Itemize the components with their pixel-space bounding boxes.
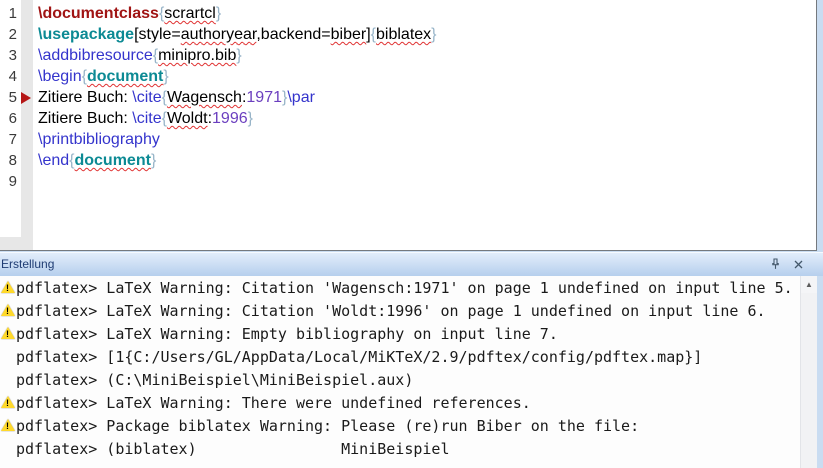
- log-line[interactable]: pdflatex> (biblatex) MiniBeispiel: [0, 437, 800, 460]
- log-text: pdflatex> (biblatex) MiniBeispiel: [16, 440, 449, 458]
- line-number: 4: [0, 66, 17, 87]
- code-text: \addbibresource{minipro.bib}: [33, 45, 242, 66]
- pin-icon[interactable]: [768, 257, 782, 271]
- log-line[interactable]: pdflatex> (C:\MiniBeispiel\MiniBeispiel.…: [0, 368, 800, 391]
- editor-line[interactable]: 5 Zitiere Buch: \cite{Wagensch:1971}\par: [0, 87, 816, 108]
- warning-triangle-icon: [1, 396, 15, 408]
- editor-line[interactable]: 9: [0, 171, 816, 192]
- log-line[interactable]: pdflatex> LaTeX Warning: Empty bibliogra…: [0, 322, 800, 345]
- warning-icon: [0, 414, 16, 437]
- line-margin: [17, 108, 33, 129]
- code-text: \begin{document}: [33, 66, 169, 87]
- warning-triangle-icon: [1, 281, 15, 293]
- line-number: 2: [0, 24, 17, 45]
- line-margin: [17, 150, 33, 171]
- editor-line[interactable]: 1 \documentclass{scrartcl}: [0, 3, 816, 24]
- line-number: 3: [0, 45, 17, 66]
- editor-line[interactable]: 7 \printbibliography: [0, 129, 816, 150]
- source-editor[interactable]: 1 \documentclass{scrartcl} 2 \usepackage[st…: [0, 0, 817, 251]
- log-text: pdflatex> LaTeX Warning: There were unde…: [16, 394, 531, 412]
- log-line[interactable]: pdflatex> LaTeX Warning: There were unde…: [0, 391, 800, 414]
- code-text: Zitiere Buch: \cite{Wagensch:1971}\par: [33, 87, 315, 108]
- editor-line[interactable]: 2 \usepackage[style=authoryear,backend=bi…: [0, 24, 816, 45]
- log-text: pdflatex> LaTeX Warning: Empty bibliogra…: [16, 325, 558, 343]
- editor-line[interactable]: 3 \addbibresource{minipro.bib}: [0, 45, 816, 66]
- line-number: 1: [0, 3, 17, 24]
- line-margin: [17, 66, 33, 87]
- editor-lines: 1 \documentclass{scrartcl} 2 \usepackage[st…: [0, 3, 816, 192]
- log-text: pdflatex> [1{C:/Users/GL/AppData/Local/M…: [16, 348, 702, 366]
- line-margin: [17, 3, 33, 24]
- latex-editor-window: 1 \documentclass{scrartcl} 2 \usepackage[st…: [0, 0, 823, 468]
- gutter-footer: [0, 237, 33, 250]
- line-number: 7: [0, 129, 17, 150]
- line-number: 8: [0, 150, 17, 171]
- code-text: [33, 171, 38, 192]
- line-number: 9: [0, 171, 17, 192]
- line-margin: [17, 45, 33, 66]
- log-text: pdflatex> (C:\MiniBeispiel\MiniBeispiel.…: [16, 371, 413, 389]
- log-text: pdflatex> LaTeX Warning: Citation 'Wagen…: [16, 279, 793, 297]
- log-line[interactable]: pdflatex> [1{C:/Users/GL/AppData/Local/M…: [0, 345, 800, 368]
- log-scrollbar[interactable]: ▲: [800, 276, 817, 468]
- panel-title: Erstellung: [1, 253, 54, 276]
- icon-spacer: [0, 368, 16, 391]
- editor-line[interactable]: 8 \end{document}: [0, 150, 816, 171]
- output-panel-header[interactable]: Erstellung: [0, 252, 823, 276]
- editor-line[interactable]: 4 \begin{document}: [0, 66, 816, 87]
- code-text: \end{document}: [33, 150, 156, 171]
- line-margin: [17, 24, 33, 45]
- line-number: 5: [0, 87, 17, 108]
- code-text: Zitiere Buch: \cite{Woldt:1996}: [33, 108, 253, 129]
- log-line[interactable]: pdflatex> LaTeX Warning: Citation 'Wagen…: [0, 276, 800, 299]
- line-number: 6: [0, 108, 17, 129]
- current-line-marker-icon: [21, 92, 31, 104]
- code-text: \documentclass{scrartcl}: [33, 3, 221, 24]
- icon-spacer: [0, 345, 16, 368]
- log-line[interactable]: pdflatex> Package biblatex Warning: Plea…: [0, 414, 800, 437]
- warning-icon: [0, 299, 16, 322]
- code-text: \usepackage[style=authoryear,backend=bib…: [33, 24, 437, 45]
- line-margin: [17, 171, 33, 192]
- code-text: \printbibliography: [33, 129, 160, 150]
- build-output-log[interactable]: pdflatex> LaTeX Warning: Citation 'Wagen…: [0, 276, 800, 468]
- close-icon[interactable]: [791, 257, 805, 271]
- warning-triangle-icon: [1, 419, 15, 431]
- scrollbar-up-arrow[interactable]: ▲: [801, 276, 817, 293]
- warning-icon: [0, 276, 16, 299]
- editor-line[interactable]: 6 Zitiere Buch: \cite{Woldt:1996}: [0, 108, 816, 129]
- line-margin: [17, 129, 33, 150]
- line-margin: [17, 87, 33, 108]
- icon-spacer: [0, 437, 16, 460]
- log-text: pdflatex> Package biblatex Warning: Plea…: [16, 417, 639, 435]
- warning-icon: [0, 322, 16, 345]
- warning-triangle-icon: [1, 327, 15, 339]
- log-text: pdflatex> LaTeX Warning: Citation 'Woldt…: [16, 302, 766, 320]
- warning-triangle-icon: [1, 304, 15, 316]
- warning-icon: [0, 391, 16, 414]
- log-line[interactable]: pdflatex> LaTeX Warning: Citation 'Woldt…: [0, 299, 800, 322]
